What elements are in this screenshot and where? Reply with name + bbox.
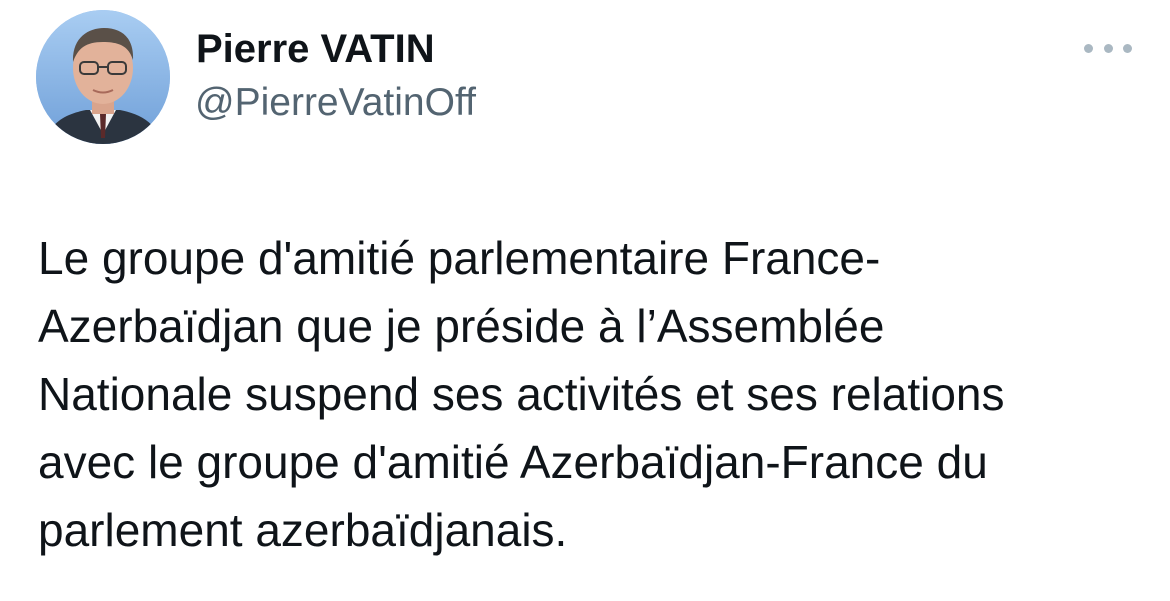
author-handle[interactable]: @PierreVatinOff (195, 80, 476, 126)
tweet-text-line: parlement azerbaïdjanais. (38, 504, 568, 556)
dot (1123, 43, 1132, 53)
author-display-name[interactable]: Pierre VATIN (196, 26, 435, 72)
profile-photo-icon (36, 10, 170, 144)
author-avatar[interactable] (36, 10, 170, 144)
tweet-text: Le groupe d'amitié parlementaire France-… (38, 224, 1148, 564)
more-options-icon[interactable] (1084, 34, 1132, 62)
tweet-card: Pierre VATIN @PierreVatinOff Le groupe d… (0, 0, 1170, 601)
tweet-text-line: Azerbaïdjan que je préside à l’Assemblée (38, 300, 885, 352)
dot (1084, 43, 1093, 53)
dot (1103, 43, 1113, 53)
tweet-text-line: avec le groupe d'amitié Azerbaïdjan-Fran… (38, 436, 988, 488)
tweet-text-line: Le groupe d'amitié parlementaire France- (38, 232, 881, 284)
tweet-text-line: Nationale suspend ses activités et ses r… (38, 368, 1005, 420)
